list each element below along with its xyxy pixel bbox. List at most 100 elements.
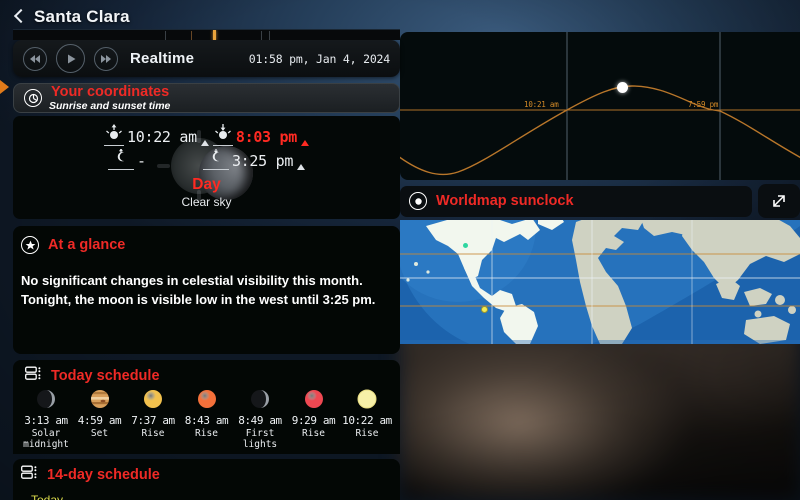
sunset-cell: 8:03 pm [212, 124, 309, 146]
play-button[interactable] [56, 44, 85, 73]
subsolar-point-dot[interactable] [481, 306, 488, 313]
today-events-row: 3:13 am Solar midnight 4:59 am Set 7:37 am Ri… [17, 389, 396, 450]
day-phase-label: Day [192, 176, 221, 193]
coordinates-subtitle: Sunrise and sunset time [49, 100, 171, 113]
saturn-icon [144, 390, 162, 408]
sun-rise-set-row: 10:22 am 8:03 pm [104, 124, 309, 146]
event-body-icon [357, 389, 377, 414]
glance-header[interactable]: At a glance [21, 232, 390, 258]
coordinates-title: Your coordinates [51, 83, 170, 100]
at-a-glance-card: At a glance No significant changes in ce… [13, 226, 400, 354]
event-body-icon [250, 389, 270, 414]
star-circle-icon [21, 236, 39, 254]
compass-icon [24, 89, 42, 107]
expand-diagonal-icon [773, 195, 785, 207]
sunrise-icon [104, 124, 124, 146]
event-label: Solar midnight [23, 428, 69, 450]
moonset-trend-icon [297, 164, 306, 170]
schedule-list-icon [21, 465, 38, 485]
fast-forward-icon [101, 54, 111, 63]
event-label: Set [90, 428, 109, 439]
left-edge-marker-icon [0, 80, 9, 94]
background-blur-warm [400, 330, 800, 500]
chart-sunset-label: 7:59 pm [688, 100, 719, 109]
worldmap-header-row: Worldmap sunclock [400, 184, 800, 218]
event-body-icon [90, 389, 110, 414]
worldmap-sunclock-header[interactable]: Worldmap sunclock [400, 185, 752, 217]
schedule-list-icon [25, 366, 42, 386]
fortnight-schedule-title: 14-day schedule [47, 467, 160, 484]
event-body-icon [36, 389, 56, 414]
today-event[interactable]: 8:43 am Rise [181, 389, 233, 450]
moonrise-cell: - [107, 148, 199, 170]
moon-rise-set-row: - 3:25 pm [107, 148, 306, 170]
rewind-button[interactable] [23, 46, 47, 71]
event-time: 3:13 am [24, 414, 68, 427]
today-event[interactable]: 4:59 am Set [74, 389, 126, 450]
sun-curve-svg [400, 32, 800, 180]
worldmap-sunclock-map[interactable] [400, 220, 800, 344]
rise-set-grid: 10:22 am 8:03 pm - 3:25 pm Day Clear sky [13, 116, 400, 209]
play-icon [67, 54, 75, 63]
current-location-dot[interactable] [463, 243, 468, 248]
event-time: 4:59 am [77, 414, 122, 427]
moonset-cell: 3:25 pm [202, 148, 306, 170]
event-body-icon [304, 389, 324, 414]
moon-phase-icon [251, 390, 269, 408]
sun-icon [357, 389, 377, 409]
rewind-icon [30, 54, 40, 63]
event-time: 7:37 am [131, 414, 175, 427]
sunset-icon [212, 124, 233, 146]
event-label: Rise [195, 428, 218, 439]
today-schedule-header[interactable]: Today schedule [17, 363, 396, 389]
left-panel: Realtime 01:58 pm, Jan 4, 2024 Your coor… [13, 40, 400, 500]
event-time: 8:43 am [184, 414, 229, 427]
page-title: Santa Clara [34, 7, 130, 26]
fortnight-today-label: Today [13, 488, 400, 500]
glance-title: At a glance [48, 237, 126, 253]
event-time: 9:29 am [291, 414, 336, 427]
today-event[interactable]: 8:49 am First lights [234, 389, 286, 450]
worldmap-svg [400, 220, 800, 344]
today-event[interactable]: 10:22 am Rise [341, 389, 393, 450]
glance-body-text: No significant changes in celestial visi… [21, 273, 376, 307]
event-body-icon [143, 389, 163, 414]
event-body-icon [197, 389, 217, 414]
fortnight-schedule-header[interactable]: 14-day schedule [13, 462, 400, 488]
today-event[interactable]: 7:37 am Rise [127, 389, 179, 450]
playback-controls: Realtime 01:58 pm, Jan 4, 2024 [13, 40, 400, 77]
sunrise-sunset-card: 10:22 am 8:03 pm - 3:25 pm Day Clear sky [13, 116, 400, 219]
chevron-left-icon[interactable] [12, 8, 26, 26]
sun-altitude-curve [400, 85, 800, 176]
sunrise-trend-icon [200, 140, 209, 146]
today-schedule-card: Today schedule 3:13 am Solar midnight 4:59… [13, 360, 400, 455]
today-event[interactable]: 9:29 am Rise [288, 389, 340, 450]
event-time: 10:22 am [342, 414, 392, 427]
moonrise-time: - [136, 152, 146, 170]
event-label: Rise [302, 428, 325, 439]
sun-position-marker[interactable] [617, 82, 628, 93]
playback-timestamp: 01:58 pm, Jan 4, 2024 [248, 51, 390, 66]
sunrise-cell: 10:22 am [104, 124, 209, 146]
event-label: First lights [242, 428, 278, 450]
sky-condition-label: Clear sky [181, 195, 232, 209]
moon-phase-icon [37, 390, 55, 408]
fast-forward-button[interactable] [94, 46, 118, 71]
coordinates-header[interactable]: Your coordinates Sunrise and sunset time [13, 83, 400, 113]
page-header: Santa Clara [0, 0, 400, 34]
worldmap-expand-button[interactable] [758, 184, 800, 218]
event-label: Rise [355, 428, 379, 439]
moonset-icon [202, 148, 229, 170]
worldmap-title: Worldmap sunclock [436, 193, 574, 209]
fortnight-schedule-card: 14-day schedule Today Thu 4Mercury in co… [13, 459, 400, 500]
sun-altitude-chart[interactable]: 10:21 am 7:59 pm [400, 32, 800, 180]
today-schedule-title: Today schedule [51, 368, 160, 384]
event-time: 8:49 am [238, 414, 282, 427]
jupiter-icon [90, 390, 109, 408]
sunset-trend-icon [300, 140, 309, 146]
event-label: Rise [141, 428, 165, 439]
moonset-time: 3:25 pm [231, 152, 294, 170]
today-event[interactable]: 3:13 am Solar midnight [20, 389, 72, 450]
sunrise-time: 10:22 am [127, 128, 197, 146]
playback-mode-label: Realtime [130, 50, 195, 67]
